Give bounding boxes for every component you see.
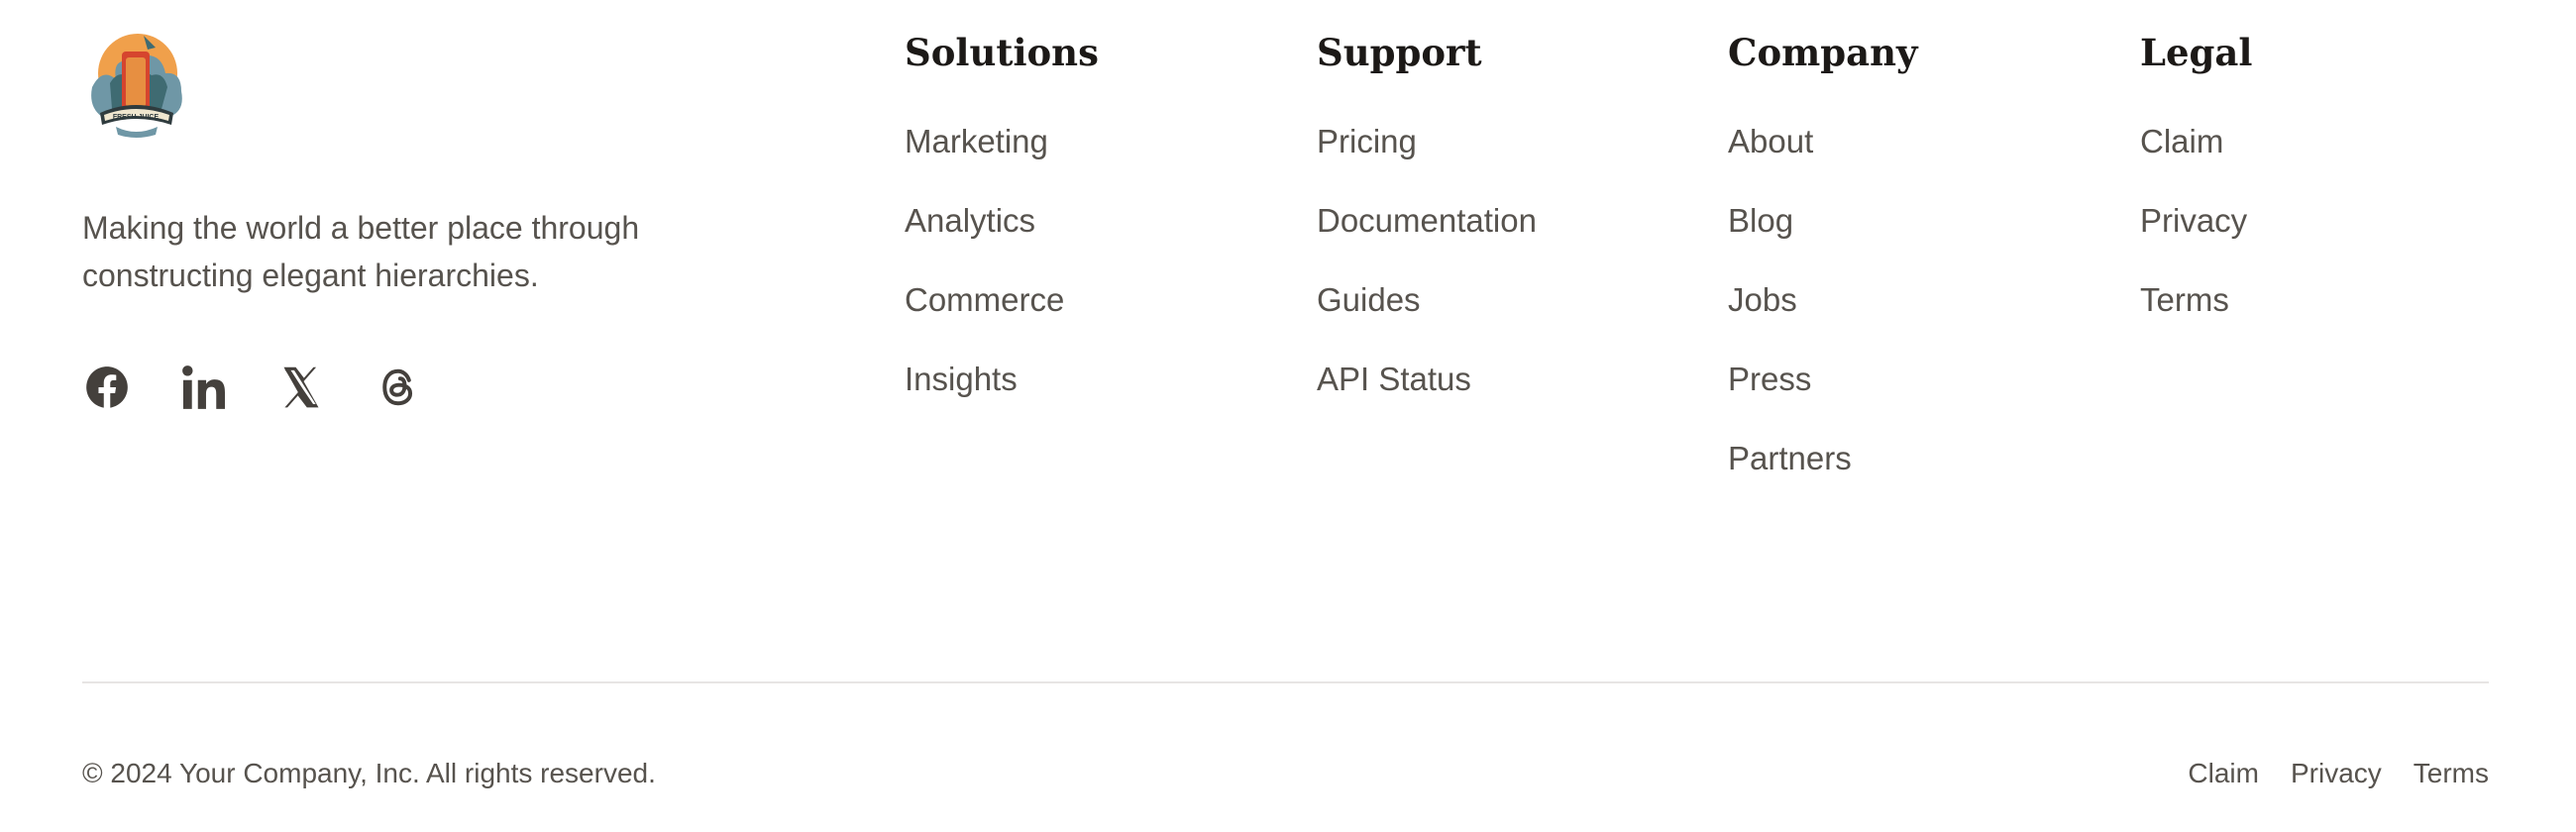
linkedin-icon[interactable] (179, 363, 229, 412)
bottom-legal-links: Claim Privacy Terms (2188, 754, 2489, 793)
footer-link-partners[interactable]: Partners (1728, 436, 1852, 481)
column-heading: Legal (2140, 31, 2253, 74)
footer-link-commerce[interactable]: Commerce (905, 277, 1064, 323)
x-icon[interactable] (276, 363, 326, 412)
column-heading: Solutions (905, 31, 1099, 74)
bottom-link-privacy[interactable]: Privacy (2291, 754, 2382, 793)
footer-column-legal: Legal Claim Privacy Terms (2140, 26, 2252, 357)
footer-link-insights[interactable]: Insights (905, 357, 1018, 402)
footer-link-blog[interactable]: Blog (1728, 198, 1793, 244)
footer-link-pricing[interactable]: Pricing (1317, 119, 1417, 164)
bottom-link-terms[interactable]: Terms (2414, 754, 2489, 793)
footer-divider (82, 681, 2489, 683)
facebook-icon[interactable] (82, 363, 132, 412)
site-footer: FRESH JUICE Making the world a better pl… (0, 0, 2576, 832)
footer-link-privacy[interactable]: Privacy (2140, 198, 2247, 244)
footer-column-support: Support Pricing Documentation Guides API… (1317, 26, 1537, 436)
footer-link-about[interactable]: About (1728, 119, 1813, 164)
footer-link-marketing[interactable]: Marketing (905, 119, 1048, 164)
footer-link-analytics[interactable]: Analytics (905, 198, 1035, 244)
footer-column-company: Company About Blog Jobs Press Partners (1728, 26, 1918, 515)
column-heading: Support (1317, 31, 1482, 74)
column-heading: Company (1728, 31, 1918, 74)
footer-link-jobs[interactable]: Jobs (1728, 277, 1797, 323)
footer-link-documentation[interactable]: Documentation (1317, 198, 1537, 244)
logo-text: FRESH JUICE (113, 114, 160, 121)
footer-link-press[interactable]: Press (1728, 357, 1811, 402)
footer-link-terms[interactable]: Terms (2140, 277, 2229, 323)
fresh-juice-logo[interactable]: FRESH JUICE (82, 28, 189, 143)
threads-icon[interactable] (374, 363, 423, 412)
bottom-link-claim[interactable]: Claim (2188, 754, 2259, 793)
footer-column-solutions: Solutions Marketing Analytics Commerce I… (905, 26, 1099, 436)
copyright-text: © 2024 Your Company, Inc. All rights res… (82, 758, 656, 788)
footer-link-guides[interactable]: Guides (1317, 277, 1421, 323)
footer-link-api-status[interactable]: API Status (1317, 357, 1471, 402)
footer-link-claim[interactable]: Claim (2140, 119, 2223, 164)
brand-tagline: Making the world a better place through … (82, 210, 640, 293)
social-links (82, 363, 423, 412)
